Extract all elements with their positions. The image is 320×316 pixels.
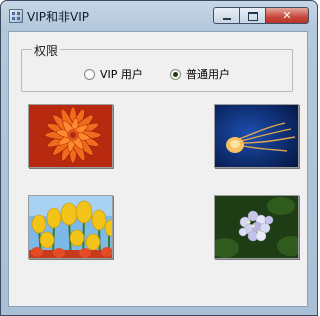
radio-checked-icon (170, 68, 181, 80)
vip-radio[interactable]: VIP 用户 (84, 66, 143, 82)
maximize-icon (248, 12, 258, 21)
minimize-icon (223, 18, 231, 20)
normal-user-radio[interactable]: 普通用户 (170, 66, 230, 82)
permission-groupbox: 权限 VIP 用户 普通用户 (21, 42, 293, 92)
vip-radio-label: VIP 用户 (100, 68, 143, 81)
app-window: VIP和非VIP ✕ 权限 VIP 用户 普通用户 (0, 0, 318, 316)
radio-unchecked-icon (84, 68, 95, 80)
tulips-image[interactable] (28, 195, 113, 259)
minimize-button[interactable] (213, 7, 239, 24)
close-button[interactable]: ✕ (265, 7, 309, 24)
title-bar[interactable]: VIP和非VIP ✕ (1, 1, 317, 31)
normal-user-radio-label: 普通用户 (186, 68, 230, 81)
maximize-button[interactable] (239, 7, 265, 24)
close-icon: ✕ (282, 9, 292, 22)
hydrangeas-image[interactable] (214, 195, 299, 259)
window-title: VIP和非VIP (27, 10, 89, 24)
caption-buttons: ✕ (213, 7, 309, 26)
groupbox-legend: 权限 (32, 42, 61, 59)
client-area: 权限 VIP 用户 普通用户 (8, 31, 308, 307)
chrysanthemum-image[interactable] (28, 104, 113, 168)
app-icon[interactable] (9, 9, 23, 23)
jellyfish-image[interactable] (214, 104, 299, 168)
